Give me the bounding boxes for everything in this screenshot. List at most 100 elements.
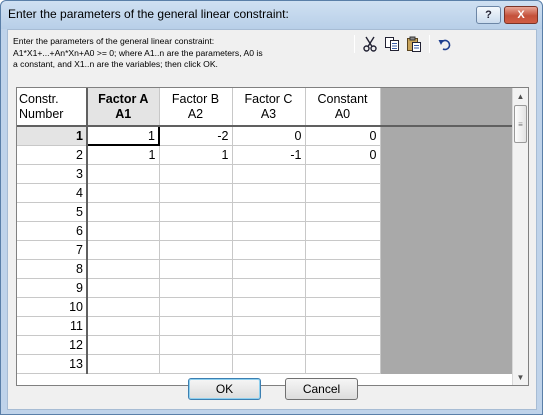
grid-cell[interactable] <box>305 297 381 317</box>
grid-cell[interactable]: 0 <box>305 145 381 165</box>
grid-cell[interactable] <box>305 278 381 298</box>
grid-cell[interactable]: -1 <box>232 145 306 165</box>
grid-cell[interactable] <box>159 164 233 184</box>
column-header-line: Factor C <box>244 91 293 106</box>
grid-cell[interactable] <box>232 202 306 222</box>
grid-cell[interactable] <box>159 202 233 222</box>
grid-cell[interactable] <box>305 240 381 260</box>
row-number[interactable]: 5 <box>17 202 88 222</box>
grid-cell[interactable] <box>232 221 306 241</box>
row-number[interactable]: 13 <box>17 354 88 374</box>
scroll-up-icon[interactable]: ▲ <box>513 88 528 104</box>
grid-cell[interactable] <box>87 278 160 298</box>
vertical-scrollbar[interactable]: ▲ ≡ ▼ <box>512 88 528 385</box>
grid-cell[interactable] <box>159 183 233 203</box>
column-header-constant[interactable]: Constant A0 <box>305 88 381 127</box>
row-header-label: Constr. Number <box>17 88 88 127</box>
grid-cell[interactable] <box>232 259 306 279</box>
grid-cell[interactable] <box>87 240 160 260</box>
column-header-factor-b[interactable]: Factor B A2 <box>159 88 233 127</box>
grid-cell[interactable] <box>87 316 160 336</box>
grid-cell[interactable] <box>232 335 306 355</box>
row-number[interactable]: 2 <box>17 145 88 165</box>
table-row: 11 <box>17 316 515 336</box>
grid-cell[interactable] <box>87 297 160 317</box>
undo-icon[interactable] <box>434 34 456 54</box>
grid-cell[interactable] <box>305 221 381 241</box>
row-number[interactable]: 7 <box>17 240 88 260</box>
row-number[interactable]: 11 <box>17 316 88 336</box>
grid-cell[interactable] <box>305 202 381 222</box>
scroll-down-icon[interactable]: ▼ <box>513 369 528 385</box>
grid-empty-area <box>380 164 515 184</box>
grid-table: Constr. Number Factor A A1 Factor B A2 F… <box>17 88 515 374</box>
column-header-line: A3 <box>260 106 277 121</box>
grid-cell[interactable] <box>159 316 233 336</box>
table-row: 1 1 -2 0 0 <box>17 125 515 146</box>
grid-cell[interactable] <box>87 259 160 279</box>
row-number[interactable]: 9 <box>17 278 88 298</box>
grid-cell[interactable] <box>159 335 233 355</box>
grid-cell[interactable] <box>232 278 306 298</box>
grid-cell[interactable] <box>87 354 160 374</box>
grid-cell[interactable] <box>232 164 306 184</box>
grid-cell[interactable] <box>305 164 381 184</box>
cut-icon[interactable] <box>359 34 381 54</box>
grid-cell[interactable] <box>159 240 233 260</box>
grid-cell[interactable] <box>232 316 306 336</box>
grid-cell[interactable]: 1 <box>86 125 160 146</box>
grid-cell[interactable] <box>232 240 306 260</box>
row-number[interactable]: 3 <box>17 164 88 184</box>
row-number[interactable]: 10 <box>17 297 88 317</box>
title-bar[interactable]: Enter the parameters of the general line… <box>1 1 542 29</box>
grid-cell[interactable] <box>87 183 160 203</box>
grid-empty-area <box>380 240 515 260</box>
grid-cell[interactable]: -2 <box>159 126 233 146</box>
constraint-grid[interactable]: Constr. Number Factor A A1 Factor B A2 F… <box>16 87 529 386</box>
grid-cell[interactable] <box>305 316 381 336</box>
grid-cell[interactable] <box>87 221 160 241</box>
grid-cell[interactable] <box>87 202 160 222</box>
grid-cell[interactable] <box>232 297 306 317</box>
grid-cell[interactable]: 1 <box>87 145 160 165</box>
grid-cell[interactable] <box>232 354 306 374</box>
grid-cell[interactable] <box>87 164 160 184</box>
grid-cell[interactable] <box>87 335 160 355</box>
table-row: 3 <box>17 164 515 184</box>
column-header-factor-a[interactable]: Factor A A1 <box>87 88 160 127</box>
table-row: 12 <box>17 335 515 355</box>
edit-toolbar <box>350 32 536 56</box>
row-number[interactable]: 12 <box>17 335 88 355</box>
grid-cell[interactable] <box>159 297 233 317</box>
grid-cell[interactable] <box>159 259 233 279</box>
row-number[interactable]: 6 <box>17 221 88 241</box>
row-number[interactable]: 4 <box>17 183 88 203</box>
grid-cell[interactable] <box>159 221 233 241</box>
grid-empty-area <box>380 126 515 146</box>
grid-cell[interactable] <box>305 259 381 279</box>
grid-cell[interactable] <box>232 183 306 203</box>
grid-cell[interactable]: 0 <box>305 126 381 146</box>
grid-cell[interactable]: 1 <box>159 145 233 165</box>
grid-cell[interactable] <box>159 354 233 374</box>
table-row: 4 <box>17 183 515 203</box>
grid-cell[interactable] <box>305 335 381 355</box>
paste-icon[interactable] <box>403 34 425 54</box>
cancel-button[interactable]: Cancel <box>285 378 358 400</box>
grid-cell[interactable] <box>159 278 233 298</box>
row-number[interactable]: 1 <box>17 126 88 146</box>
ok-button[interactable]: OK <box>188 378 261 400</box>
row-number[interactable]: 8 <box>17 259 88 279</box>
table-row: 8 <box>17 259 515 279</box>
column-header-factor-c[interactable]: Factor C A3 <box>232 88 306 127</box>
column-header-line: A2 <box>187 106 204 121</box>
grid-cell[interactable] <box>305 183 381 203</box>
copy-icon[interactable] <box>381 34 403 54</box>
table-row: 10 <box>17 297 515 317</box>
grid-cell[interactable]: 0 <box>232 126 306 146</box>
scroll-thumb[interactable]: ≡ <box>514 105 527 143</box>
close-button[interactable]: X <box>504 6 538 24</box>
column-header-line: A1 <box>115 106 132 121</box>
grid-cell[interactable] <box>305 354 381 374</box>
help-button[interactable]: ? <box>476 6 501 24</box>
